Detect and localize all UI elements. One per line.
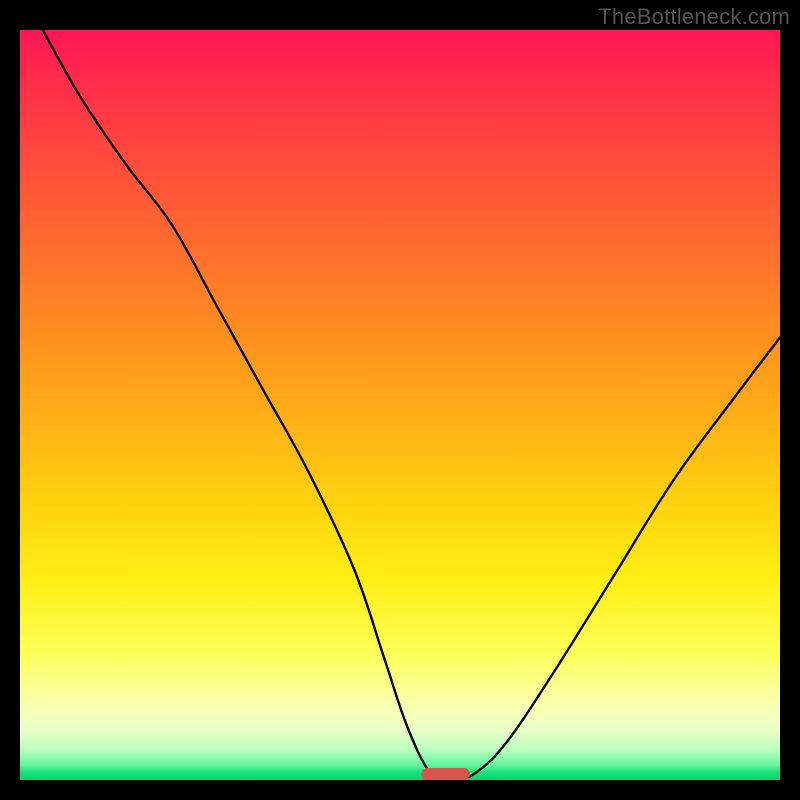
curve-overlay [20,30,780,780]
bottleneck-curve [43,30,780,780]
plot-area [20,30,780,780]
watermark-text: TheBottleneck.com [598,4,790,30]
chart-frame: TheBottleneck.com [0,0,800,800]
optimal-marker [421,768,470,780]
